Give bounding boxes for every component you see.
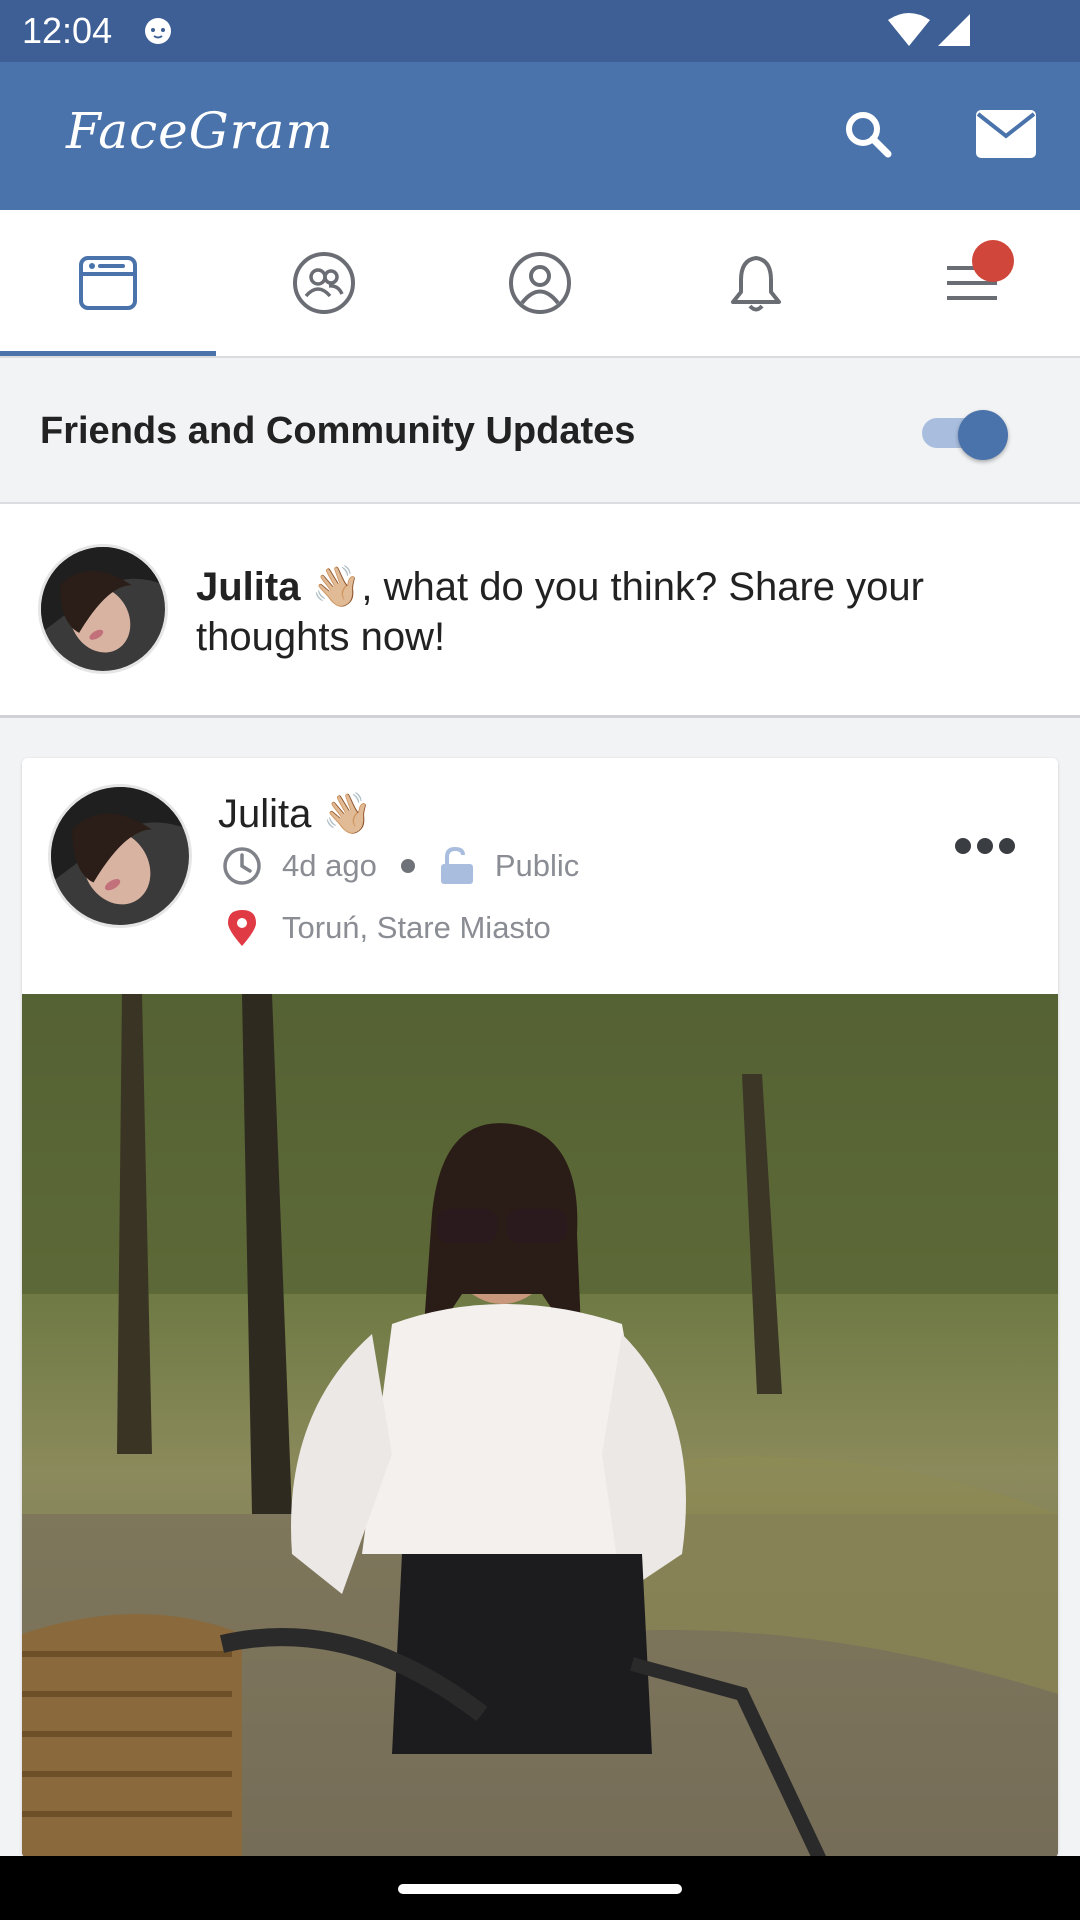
composer-user: Julita bbox=[196, 565, 301, 609]
friends-icon bbox=[293, 252, 355, 314]
post-author[interactable]: Julita 👋🏼 bbox=[218, 790, 372, 837]
post-location-row[interactable]: Toruń, Stare Miasto bbox=[222, 908, 551, 948]
author-name: Julita bbox=[218, 792, 312, 836]
filter-row: Friends and Community Updates bbox=[0, 358, 1080, 504]
composer-emoji: 👋🏼 bbox=[311, 565, 362, 609]
separator-dot bbox=[400, 859, 415, 873]
composer-prompt: Julita 👋🏼, what do you think? Share your… bbox=[196, 562, 996, 662]
tab-menu[interactable] bbox=[864, 210, 1080, 356]
tab-feed[interactable] bbox=[0, 210, 216, 356]
status-time: 12:04 bbox=[22, 10, 113, 51]
post-card: Julita 👋🏼 4d ago Public Toruń, Stare Mia… bbox=[22, 758, 1058, 1858]
app-logo: FaceGram bbox=[66, 102, 334, 160]
author-emoji: 👋🏼 bbox=[322, 792, 373, 836]
post-composer[interactable]: Julita 👋🏼, what do you think? Share your… bbox=[0, 504, 1080, 718]
more-options-icon[interactable] bbox=[954, 836, 1016, 856]
location-pin-icon bbox=[228, 910, 256, 946]
unlock-icon bbox=[440, 846, 473, 884]
newsfeed-icon bbox=[79, 256, 137, 310]
avatar bbox=[38, 544, 168, 674]
signal-icon bbox=[938, 14, 970, 46]
tab-friends[interactable] bbox=[216, 210, 432, 356]
post-avatar[interactable] bbox=[48, 784, 192, 928]
mail-icon[interactable] bbox=[976, 110, 1036, 158]
post-visibility: Public bbox=[494, 848, 580, 883]
post-location: Toruń, Stare Miasto bbox=[282, 910, 551, 945]
clock-icon bbox=[223, 847, 261, 885]
toggle-knob bbox=[958, 410, 1008, 460]
post-time: 4d ago bbox=[282, 848, 377, 883]
search-icon[interactable] bbox=[842, 108, 894, 160]
tab-notifications[interactable] bbox=[648, 210, 864, 356]
post-photo[interactable] bbox=[22, 994, 1058, 1858]
status-bar: 12:04 bbox=[0, 0, 1080, 62]
cat-notification-icon bbox=[145, 18, 171, 44]
profile-icon bbox=[509, 252, 571, 314]
menu-badge bbox=[972, 240, 1014, 282]
system-nav-bar bbox=[0, 1856, 1080, 1920]
tab-bar bbox=[0, 210, 1080, 358]
composer-text: , what do you think? Share your thoughts… bbox=[196, 565, 924, 659]
post-meta: 4d ago Public bbox=[222, 846, 579, 886]
tab-profile[interactable] bbox=[432, 210, 648, 356]
wifi-icon bbox=[888, 13, 930, 46]
filter-label: Friends and Community Updates bbox=[40, 410, 636, 452]
bell-icon bbox=[731, 256, 781, 312]
home-gesture-handle[interactable] bbox=[398, 1884, 682, 1894]
app-bar: FaceGram bbox=[0, 62, 1080, 210]
